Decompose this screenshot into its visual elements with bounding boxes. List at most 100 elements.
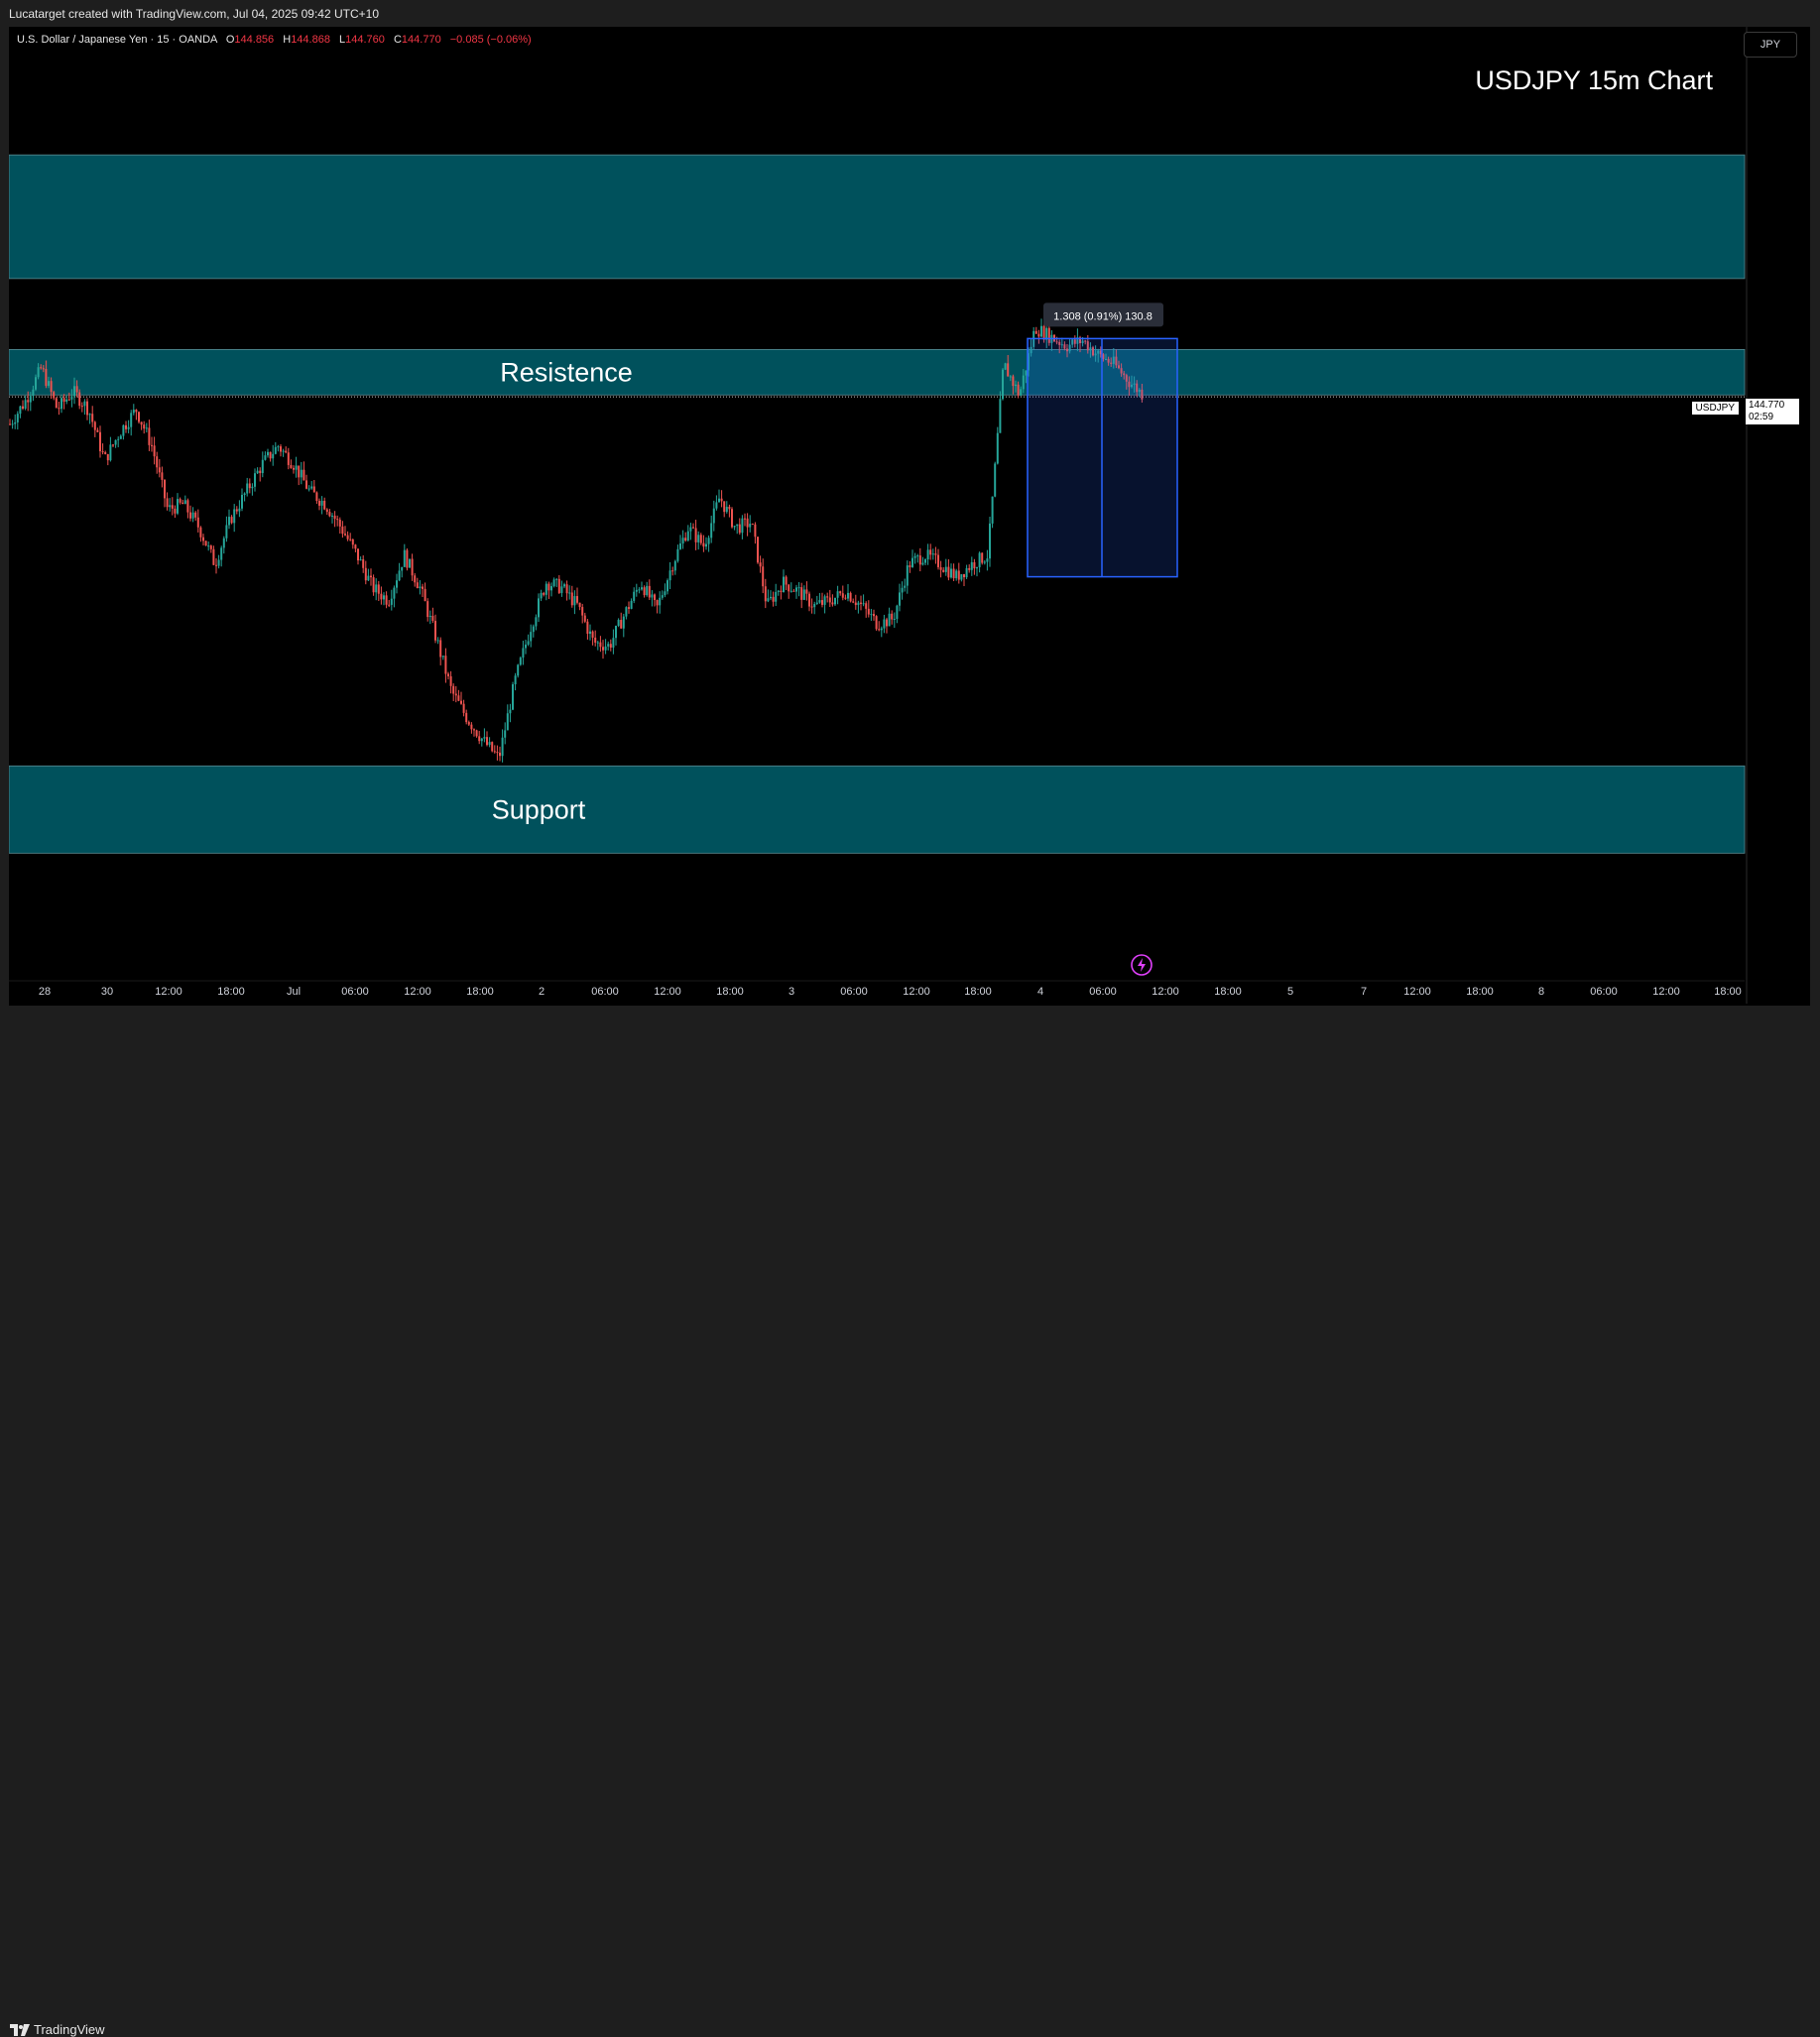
candle-body bbox=[725, 507, 728, 513]
candle-body bbox=[697, 535, 700, 542]
candle-body bbox=[238, 508, 241, 512]
candle-body bbox=[225, 525, 228, 539]
candle-body bbox=[436, 640, 439, 642]
currency-button[interactable]: JPY bbox=[1744, 32, 1797, 58]
candle-body bbox=[780, 590, 783, 593]
x-tick-label: 06:00 bbox=[1590, 986, 1618, 998]
candle-body bbox=[441, 656, 444, 658]
x-tick-label: 06:00 bbox=[341, 986, 369, 998]
candle-body bbox=[514, 675, 517, 685]
candle-body bbox=[478, 736, 481, 742]
candle-body bbox=[58, 408, 61, 410]
candle-body bbox=[710, 523, 713, 539]
candle-body bbox=[522, 648, 525, 659]
candle-body bbox=[189, 512, 191, 519]
chart-area[interactable]: ResistenceSupport1.308 (0.91%) 130.8146.… bbox=[9, 27, 1810, 1006]
candle-body bbox=[88, 414, 91, 416]
candle-body bbox=[718, 498, 720, 503]
candle-body bbox=[19, 406, 22, 415]
candle-body bbox=[899, 592, 901, 606]
x-tick-label: 18:00 bbox=[217, 986, 245, 998]
candle-body bbox=[509, 709, 512, 714]
candle-body bbox=[609, 644, 612, 648]
candle-body bbox=[367, 575, 370, 581]
candle-body bbox=[419, 586, 422, 589]
candle-body bbox=[916, 555, 919, 557]
tradingview-logo[interactable]: TradingView bbox=[10, 2022, 105, 2037]
candle-body bbox=[865, 603, 868, 609]
x-tick-label: 28 bbox=[39, 986, 51, 998]
candle-body bbox=[991, 496, 994, 524]
price-chart[interactable]: ResistenceSupport1.308 (0.91%) 130.8146.… bbox=[9, 27, 1751, 1004]
candle-body bbox=[754, 524, 757, 538]
candle-body bbox=[728, 507, 731, 510]
candle-body bbox=[942, 569, 945, 572]
candle-body bbox=[986, 558, 989, 562]
candle-body bbox=[638, 589, 641, 591]
candle-body bbox=[583, 615, 586, 622]
candle-body bbox=[857, 602, 860, 606]
chart-title: USDJPY 15m Chart bbox=[1475, 65, 1713, 95]
candle-body bbox=[746, 518, 749, 528]
candle-body bbox=[48, 381, 50, 387]
candle-body bbox=[243, 493, 246, 496]
candle-body bbox=[29, 396, 32, 403]
candle-body bbox=[707, 538, 710, 544]
candle-body bbox=[762, 566, 765, 587]
candle-body bbox=[764, 586, 767, 602]
candle-body bbox=[390, 598, 393, 605]
candle-body bbox=[643, 587, 646, 596]
candle-body bbox=[911, 557, 913, 567]
candle-body bbox=[607, 644, 610, 647]
candle-body bbox=[300, 469, 303, 478]
candle-body bbox=[983, 561, 986, 563]
candle-body bbox=[354, 544, 357, 549]
candle-body bbox=[1002, 369, 1004, 400]
candle-body bbox=[681, 538, 684, 544]
x-tick-label: 06:00 bbox=[840, 986, 868, 998]
candle-body bbox=[285, 450, 288, 453]
x-tick-label: 18:00 bbox=[1714, 986, 1742, 998]
candle-body bbox=[512, 684, 514, 710]
candle-body bbox=[757, 537, 759, 563]
candle-body bbox=[826, 596, 829, 598]
candle-body bbox=[424, 588, 426, 602]
lightning-alert-icon[interactable] bbox=[1130, 953, 1153, 982]
candle-body bbox=[194, 512, 197, 518]
candle-body bbox=[280, 446, 282, 452]
candle-body bbox=[351, 539, 354, 545]
candle-body bbox=[834, 597, 836, 605]
candle-body bbox=[486, 737, 488, 746]
candle-body bbox=[775, 591, 778, 602]
candle-body bbox=[431, 615, 434, 621]
candle-body bbox=[169, 505, 172, 508]
candle-body bbox=[312, 486, 315, 493]
brand-name: TradingView bbox=[34, 2022, 105, 2037]
candle-body bbox=[16, 414, 19, 422]
candle-body bbox=[828, 597, 831, 603]
candle-body bbox=[545, 583, 547, 595]
x-tick-label: 12:00 bbox=[903, 986, 930, 998]
candle-body bbox=[839, 591, 842, 594]
candle-body bbox=[741, 518, 744, 534]
candle-body bbox=[483, 737, 486, 739]
candle-body bbox=[893, 618, 896, 620]
x-tick-label: 18:00 bbox=[1466, 986, 1494, 998]
candle-body bbox=[878, 629, 881, 631]
ohlc-legend: U.S. Dollar / Japanese Yen · 15 · OANDA … bbox=[17, 34, 532, 46]
candle-body bbox=[671, 570, 674, 572]
candle-body bbox=[372, 577, 375, 593]
candle-body bbox=[388, 604, 391, 606]
candle-body bbox=[1004, 363, 1007, 370]
candle-body bbox=[158, 467, 161, 473]
candle-body bbox=[99, 431, 101, 452]
candle-body bbox=[24, 400, 27, 409]
candle-body bbox=[772, 596, 775, 602]
candle-body bbox=[204, 540, 207, 546]
candle-body bbox=[589, 631, 591, 635]
candle-body bbox=[480, 738, 483, 742]
candle-body bbox=[527, 641, 530, 645]
candle-body bbox=[939, 567, 942, 570]
candle-body bbox=[501, 737, 504, 757]
candle-body bbox=[444, 656, 447, 674]
